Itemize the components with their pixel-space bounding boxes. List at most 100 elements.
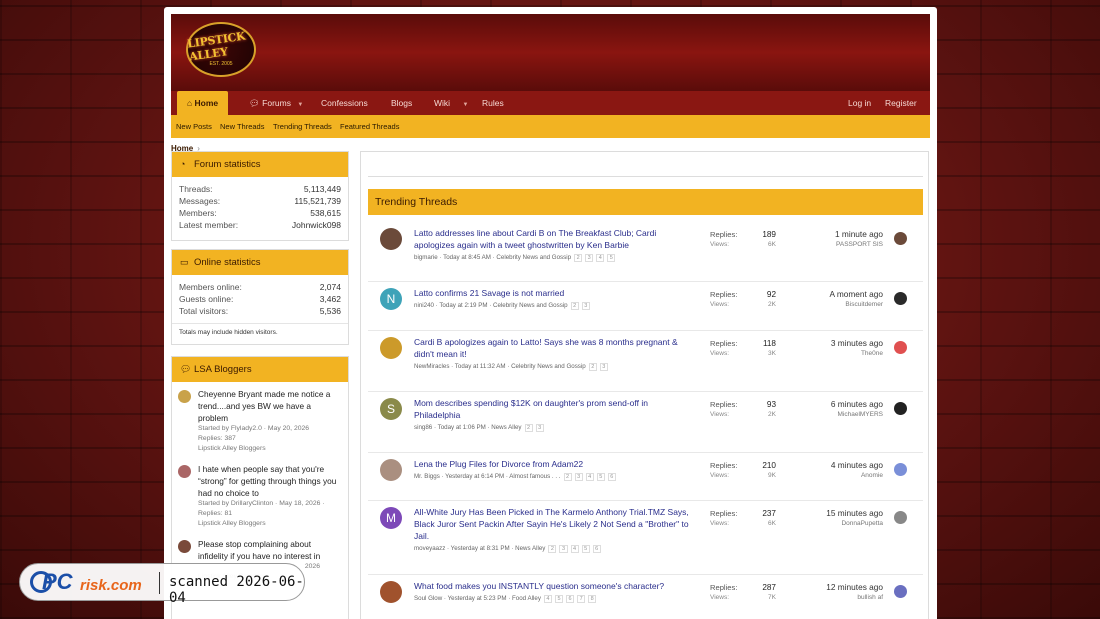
subnav-new-threads[interactable]: New Threads — [220, 115, 264, 138]
replies-label: Replies: — [710, 400, 738, 409]
last-post-time[interactable]: 12 minutes ago — [826, 582, 883, 593]
page-link[interactable]: 7 — [577, 595, 586, 603]
page-link[interactable]: 4 — [596, 254, 605, 262]
blog-forum[interactable]: Lipstick Alley Bloggers — [198, 444, 342, 454]
avatar[interactable] — [380, 459, 402, 481]
blog-title[interactable]: Cheyenne Bryant made me notice a trend..… — [198, 388, 342, 424]
avatar[interactable] — [380, 581, 402, 603]
thread-row[interactable]: Lena the Plug Files for Divorce from Ada… — [368, 453, 923, 501]
page-link[interactable]: 3 — [599, 363, 608, 371]
thread-row[interactable]: What food makes you INSTANTLY question s… — [368, 575, 923, 619]
chevron-down-icon[interactable]: ▼ — [297, 102, 303, 108]
avatar[interactable] — [178, 465, 191, 478]
page-link[interactable]: 5 — [581, 545, 590, 553]
nav-forums[interactable]: 💬︎ Forums ▼ — [249, 91, 303, 115]
page-link[interactable]: 4 — [585, 473, 594, 481]
page-link[interactable]: 5 — [607, 254, 616, 262]
blog-item[interactable]: Cheyenne Bryant made me notice a trend..… — [172, 388, 348, 454]
page-link[interactable]: 2 — [548, 545, 557, 553]
avatar[interactable] — [380, 228, 402, 250]
scan-date: scanned 2026-06-04 — [169, 574, 304, 606]
stat-value: 3,462 — [319, 294, 341, 304]
avatar[interactable] — [894, 292, 907, 305]
avatar[interactable] — [894, 232, 907, 245]
thread-meta-text: NewMiracles · Today at 11:32 AM · Celebr… — [414, 363, 586, 370]
nav-confessions[interactable]: Confessions — [321, 91, 368, 115]
avatar[interactable]: S — [380, 398, 402, 420]
last-post-user[interactable]: Anomie — [831, 471, 883, 480]
page-link[interactable]: 3 — [581, 302, 590, 310]
page-link[interactable]: 2 — [574, 254, 583, 262]
blog-title[interactable]: Please stop complaining about infidelity… — [198, 538, 342, 562]
blog-item[interactable]: I hate when people say that you're “stro… — [172, 463, 348, 529]
blog-forum[interactable]: Lipstick Alley Bloggers — [198, 519, 342, 529]
page-link[interactable]: 3 — [559, 545, 568, 553]
login-link[interactable]: Log in — [848, 91, 871, 115]
last-post-user[interactable]: MichaelMYERS — [831, 410, 883, 419]
page-link[interactable]: 6 — [592, 545, 601, 553]
page-link[interactable]: 3 — [585, 254, 594, 262]
avatar[interactable] — [894, 463, 907, 476]
nav-blogs[interactable]: Blogs — [391, 91, 412, 115]
last-post-time[interactable]: 15 minutes ago — [826, 508, 883, 519]
avatar[interactable] — [380, 337, 402, 359]
page-link[interactable]: 4 — [570, 545, 579, 553]
thread-row[interactable]: M All-White Jury Has Been Picked in The K… — [368, 501, 923, 575]
last-post-user[interactable]: The0ne — [831, 349, 883, 358]
nav-rules[interactable]: Rules — [482, 91, 504, 115]
last-post-user[interactable]: bullish af — [826, 593, 883, 602]
chevron-down-icon[interactable]: ▼ — [462, 102, 468, 108]
avatar[interactable] — [894, 402, 907, 415]
subnav-trending[interactable]: Trending Threads — [273, 115, 332, 138]
divider — [159, 572, 160, 594]
subnav-featured[interactable]: Featured Threads — [340, 115, 399, 138]
page-link[interactable]: 2 — [570, 302, 579, 310]
avatar[interactable]: N — [380, 288, 402, 310]
subnav-new-posts[interactable]: New Posts — [176, 115, 212, 138]
page-link[interactable]: 4 — [543, 595, 552, 603]
page-link[interactable]: 2 — [588, 363, 597, 371]
last-post-user[interactable]: Biscuitdemer — [829, 300, 883, 309]
page-link[interactable]: 3 — [574, 473, 583, 481]
thread-title[interactable]: Cardi B apologizes again to Latto! Says … — [414, 336, 696, 360]
avatar[interactable]: M — [380, 507, 402, 529]
thread-row[interactable]: Cardi B apologizes again to Latto! Says … — [368, 331, 923, 392]
last-post-user[interactable]: DonnaPupetta — [826, 519, 883, 528]
blog-title[interactable]: I hate when people say that you're “stro… — [198, 463, 342, 499]
last-post-time[interactable]: 6 minutes ago — [831, 399, 883, 410]
thread-title[interactable]: Lena the Plug Files for Divorce from Ada… — [414, 458, 696, 470]
last-post-time[interactable]: 4 minutes ago — [831, 460, 883, 471]
avatar[interactable] — [178, 540, 191, 553]
thread-row[interactable]: N Latto confirms 21 Savage is not married… — [368, 282, 923, 331]
last-post-time[interactable]: 3 minutes ago — [831, 338, 883, 349]
avatar[interactable] — [894, 511, 907, 524]
last-post-user[interactable]: PASSPORT SIS — [835, 240, 883, 249]
thread-row[interactable]: Latto addresses line about Cardi B on Th… — [368, 222, 923, 282]
page-link[interactable]: 8 — [588, 595, 597, 603]
avatar[interactable] — [894, 341, 907, 354]
site-logo[interactable]: LIPSTICK ALLEY EST. 2005 — [186, 22, 256, 77]
thread-title[interactable]: Latto confirms 21 Savage is not married — [414, 287, 696, 299]
thread-title[interactable]: What food makes you INSTANTLY question s… — [414, 580, 696, 592]
views-row: Views: 3K — [710, 349, 776, 358]
page-link[interactable]: 5 — [554, 595, 564, 603]
avatar[interactable] — [894, 585, 907, 598]
page-link[interactable]: 2 — [563, 473, 572, 481]
page-link[interactable]: 6 — [566, 595, 575, 603]
last-post-time[interactable]: A moment ago — [829, 289, 883, 300]
page-link[interactable]: 2 — [524, 424, 533, 432]
avatar[interactable] — [178, 390, 191, 403]
thread-title[interactable]: All-White Jury Has Been Picked in The Ka… — [414, 506, 696, 542]
page-link[interactable]: 5 — [596, 473, 605, 481]
register-link[interactable]: Register — [885, 91, 917, 115]
thread-title[interactable]: Mom describes spending $12K on daughter'… — [414, 397, 696, 421]
last-post-time[interactable]: 1 minute ago — [835, 229, 883, 240]
thread-title[interactable]: Latto addresses line about Cardi B on Th… — [414, 227, 696, 251]
thread-meta: bigmarie · Today at 8:45 AM · Celebrity … — [414, 254, 616, 262]
nav-home[interactable]: ⌂ Home — [177, 91, 229, 115]
latest-member-link[interactable]: Johnwick098 — [292, 219, 341, 231]
page-link[interactable]: 6 — [607, 473, 616, 481]
nav-wiki[interactable]: Wiki ▼ — [434, 91, 468, 115]
thread-row[interactable]: S Mom describes spending $12K on daughter… — [368, 392, 923, 453]
page-link[interactable]: 3 — [535, 424, 544, 432]
